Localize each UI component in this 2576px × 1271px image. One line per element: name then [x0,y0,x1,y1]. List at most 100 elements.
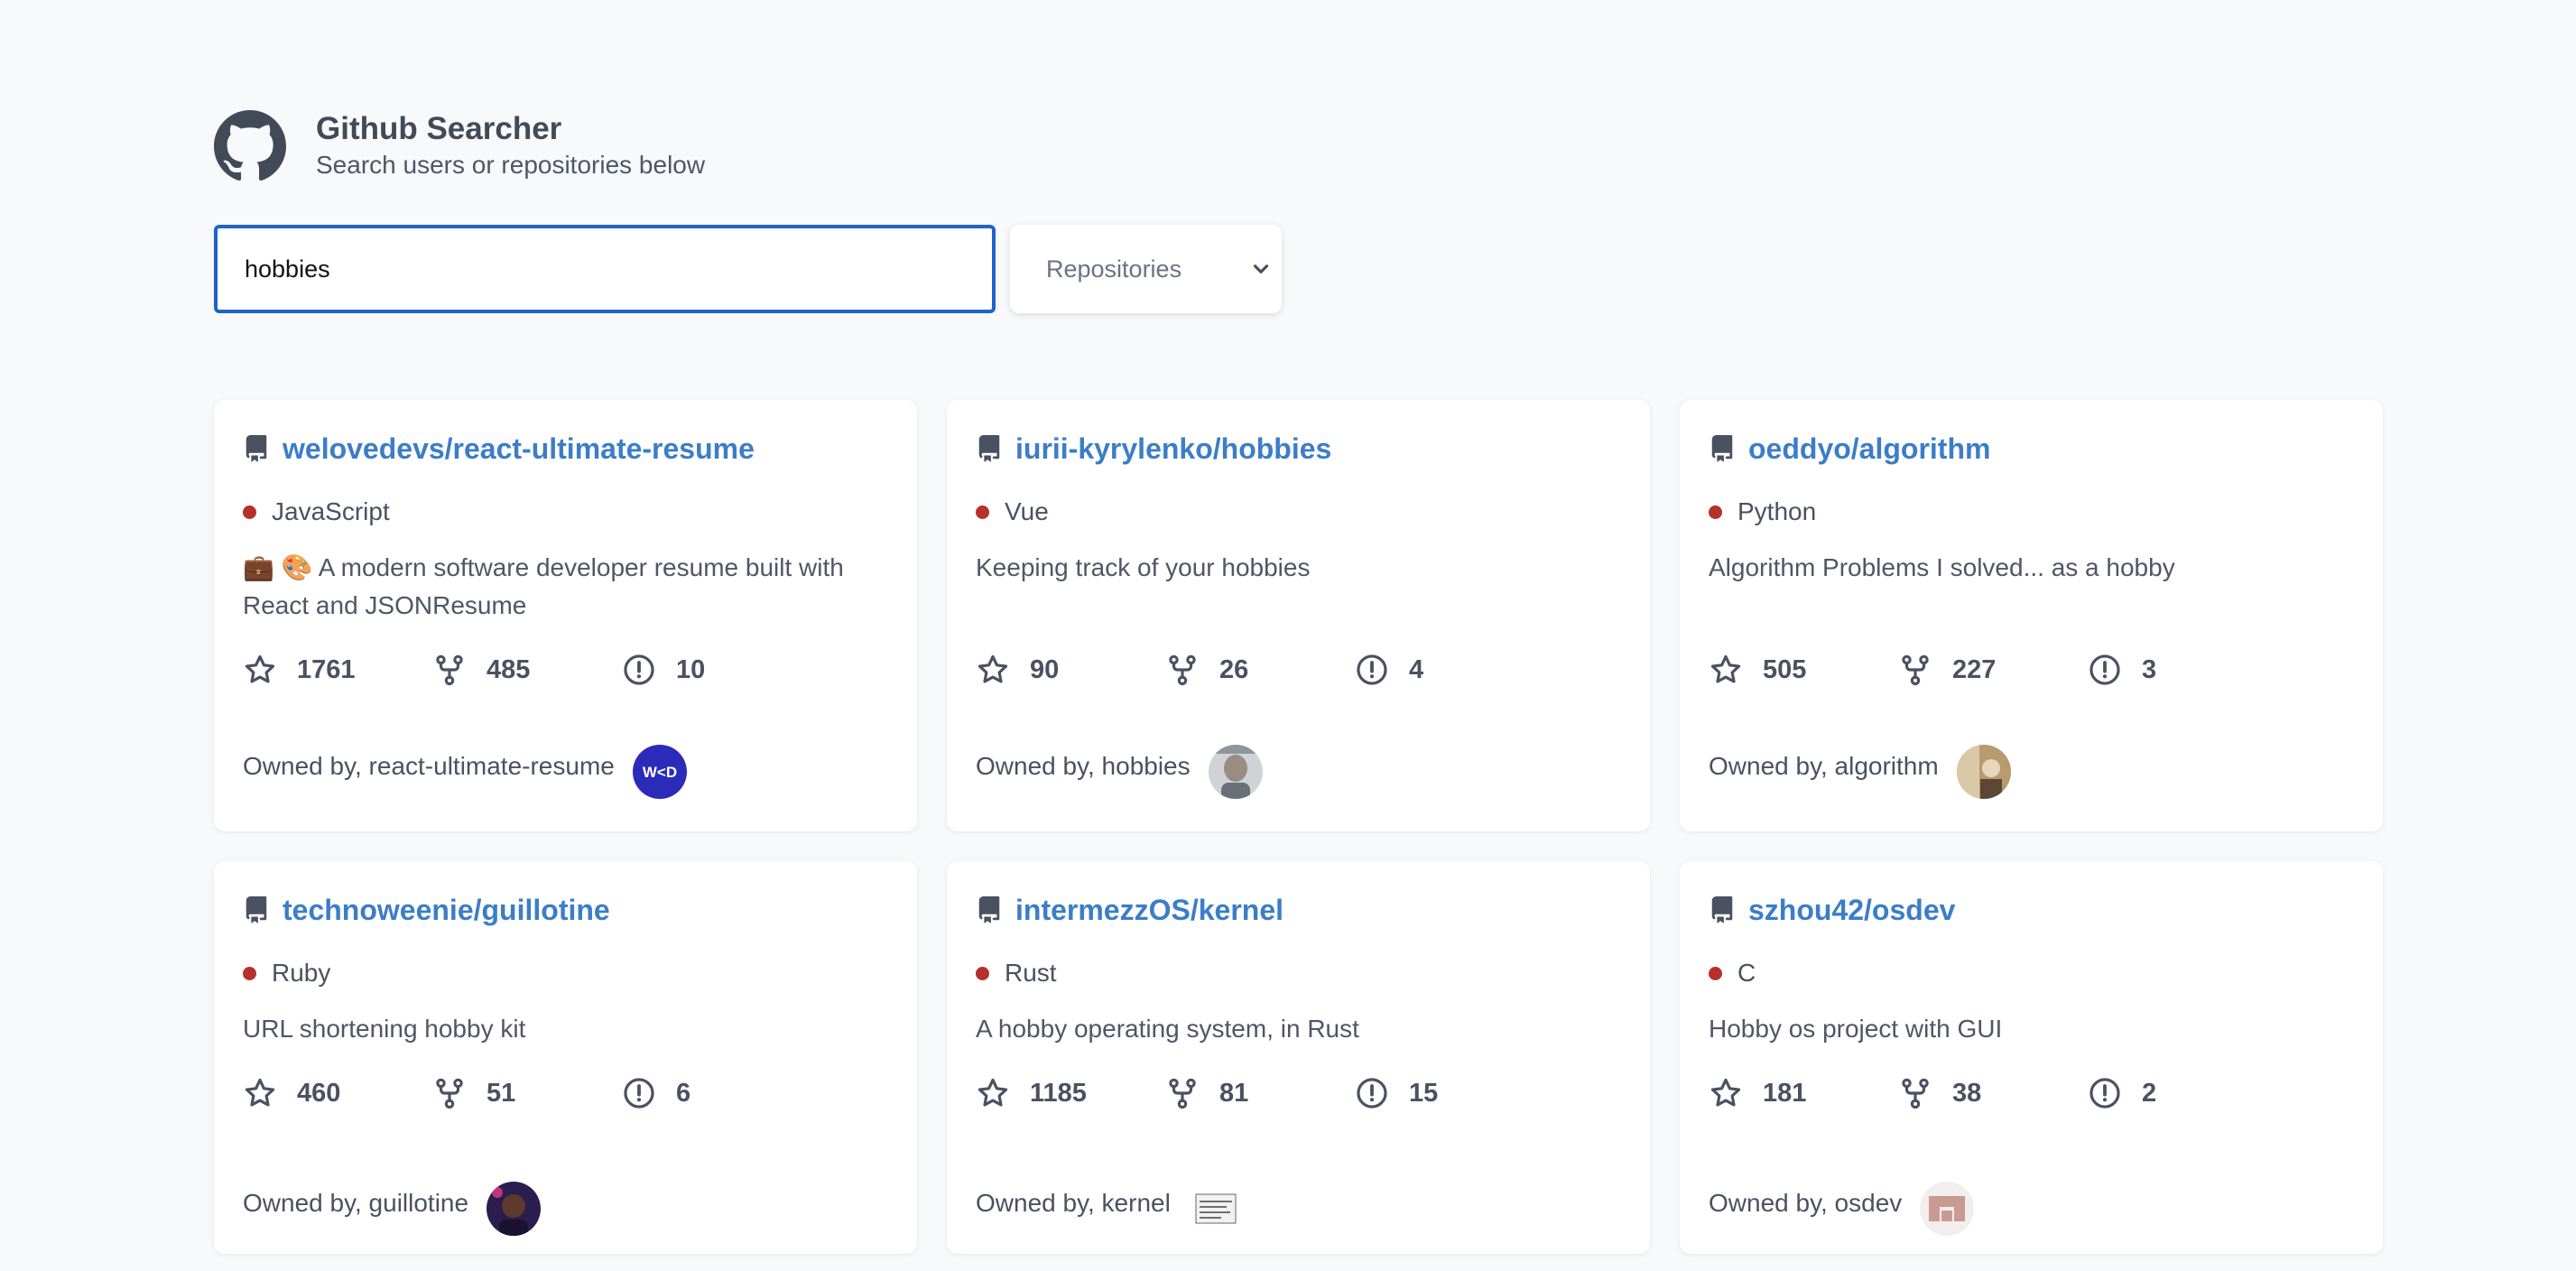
repo-card[interactable]: welovedevs/react-ultimate-resume JavaScr… [214,400,917,831]
forks-count: 485 [486,654,531,684]
repo-description: A hobby operating system, in Rust [976,1015,1359,1043]
repo-title-row: szhou42/osdev [1709,888,2354,932]
header: Github Searcher Search users or reposito… [214,110,705,182]
repo-owner: Owned by, react-ultimate-resume W<D [243,739,687,799]
forks-stat: 38 [1898,1076,2088,1110]
repo-book-icon [978,896,1000,923]
repo-name-link[interactable]: oeddyo/algorithm [1748,432,1990,466]
repo-owner: Owned by, osdev [1709,1176,1975,1236]
star-icon [245,1078,275,1107]
search-input[interactable] [214,225,996,313]
owner-label: Owned by, osdev [1709,1189,1903,1217]
owner-avatar[interactable] [1920,1182,1975,1236]
issues-count: 2 [2142,1078,2157,1108]
search-type-selected: Repositories [1046,255,1182,283]
results-grid: welovedevs/react-ultimate-resume JavaScr… [214,400,2383,1254]
owner-avatar[interactable] [1208,745,1263,799]
repo-stats: 181 38 2 [1709,1075,2354,1111]
repo-title-row: technoweenie/guillotine [243,888,888,932]
forks-stat: 485 [432,653,622,687]
app-title: Github Searcher [316,111,562,146]
issues-stat: 4 [1355,653,1544,687]
svg-text:W<D: W<D [643,764,677,781]
fork-icon [1169,654,1196,686]
owner-avatar[interactable] [1956,745,2011,799]
github-octocat-icon [214,110,286,181]
stars-count: 1761 [297,654,356,684]
app-subtitle: Search users or repositories below [316,151,706,179]
stars-stat: 181 [1709,1076,1898,1110]
repo-owner: Owned by, algorithm [1709,739,2011,799]
repo-book-icon [978,435,1000,462]
language-label: C [1737,959,1756,987]
repo-card[interactable]: intermezzOS/kernel Rust A hobby operatin… [947,861,1650,1254]
repo-language: C [1709,956,2354,990]
fork-icon [436,654,463,686]
issues-stat: 3 [2088,653,2277,687]
owner-avatar[interactable] [1188,1182,1243,1236]
owner-avatar[interactable]: W<D [632,745,687,799]
issue-icon [2090,1078,2120,1109]
repo-name-link[interactable]: technoweenie/guillotine [283,894,610,927]
star-icon [978,654,1008,683]
repo-description: Keeping track of your hobbies [976,553,1311,581]
repo-language: Rust [976,956,1621,990]
stars-stat: 1185 [976,1076,1165,1110]
repo-owner: Owned by, guillotine [243,1176,542,1236]
repo-card[interactable]: szhou42/osdev C Hobby os project with GU… [1680,861,2383,1254]
repo-name-link[interactable]: iurii-kyrylenko/hobbies [1015,432,1331,466]
forks-count: 51 [486,1078,516,1108]
fork-icon [1902,654,1929,686]
repo-language: Python [1709,495,2354,529]
repo-name-link[interactable]: welovedevs/react-ultimate-resume [283,432,755,466]
repo-card[interactable]: technoweenie/guillotine Ruby URL shorten… [214,861,917,1254]
issues-count: 4 [1409,654,1424,684]
repo-stats: 1761 485 10 [243,652,888,688]
issue-icon [624,654,654,685]
repo-title-row: intermezzOS/kernel [976,888,1621,932]
repo-title-row: iurii-kyrylenko/hobbies [976,427,1621,470]
language-dot [976,966,989,980]
issues-count: 3 [2142,654,2157,684]
language-dot [1709,966,1722,980]
issue-icon [624,1078,654,1109]
issues-stat: 2 [2088,1076,2277,1110]
star-icon [1710,654,1741,683]
repo-language: Vue [976,495,1621,529]
repo-language: Ruby [243,956,888,990]
stars-count: 460 [297,1078,341,1108]
repo-book-icon [1711,435,1733,462]
app-root: Github Searcher Search users or reposito… [0,0,2576,1271]
stars-stat: 505 [1709,653,1898,687]
owner-label: Owned by, guillotine [243,1189,469,1217]
star-icon [245,654,275,683]
issues-stat: 10 [622,653,811,687]
search-type-select[interactable]: Repositories [1010,225,1282,313]
forks-stat: 227 [1898,653,2088,687]
stars-count: 90 [1030,654,1060,684]
repo-description: 💼 🎨 A modern software developer resume b… [243,553,844,619]
repo-stats: 505 227 3 [1709,652,2354,688]
issue-icon [1357,654,1387,685]
stars-stat: 90 [976,653,1165,687]
repo-stats: 460 51 6 [243,1075,888,1111]
language-dot [976,505,989,519]
repo-owner: Owned by, hobbies [976,739,1263,799]
repo-book-icon [246,435,267,462]
header-text: Github Searcher Search users or reposito… [316,110,705,182]
repo-book-icon [246,896,267,923]
issue-icon [1357,1078,1387,1109]
repo-book-icon [1711,896,1733,923]
owner-label: Owned by, kernel [976,1189,1171,1217]
repo-description: URL shortening hobby kit [243,1015,526,1043]
repo-card[interactable]: oeddyo/algorithm Python Algorithm Proble… [1680,400,2383,831]
owner-label: Owned by, hobbies [976,752,1191,780]
repo-name-link[interactable]: intermezzOS/kernel [1015,894,1283,927]
fork-icon [1169,1078,1196,1109]
repo-name-link[interactable]: szhou42/osdev [1748,894,1955,927]
issues-stat: 15 [1355,1076,1544,1110]
repo-title-row: welovedevs/react-ultimate-resume [243,427,888,470]
owner-avatar[interactable] [486,1182,542,1236]
forks-count: 38 [1952,1078,1982,1108]
repo-card[interactable]: iurii-kyrylenko/hobbies Vue Keeping trac… [947,400,1650,831]
